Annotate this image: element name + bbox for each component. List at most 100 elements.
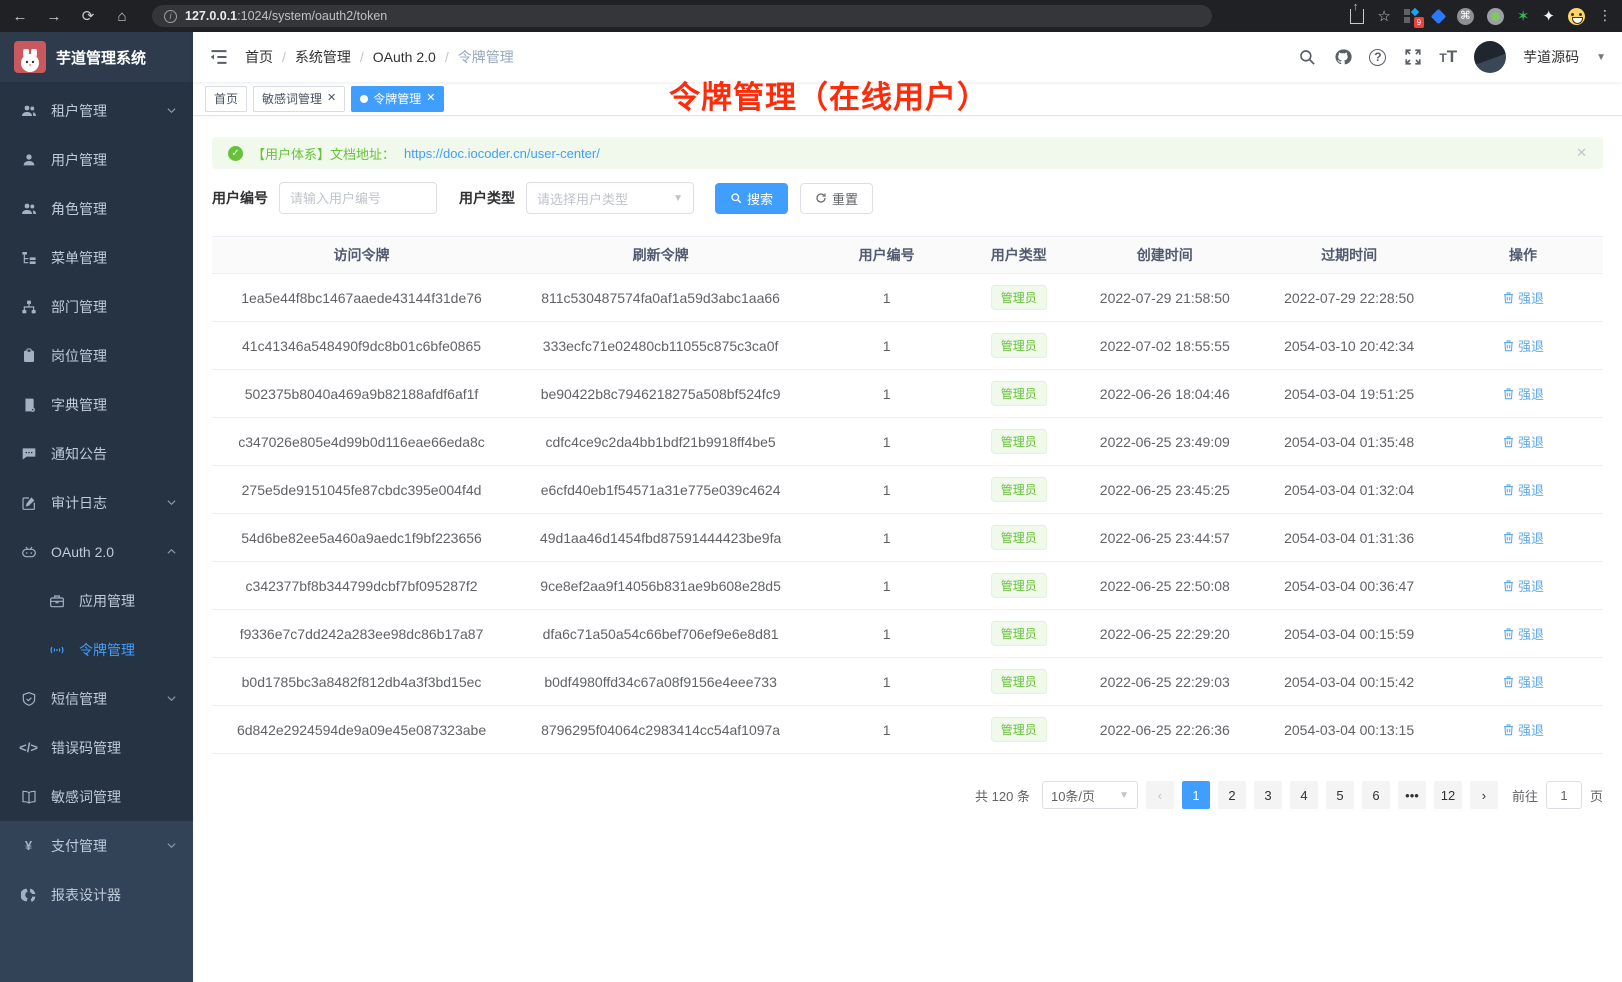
force-logout-button[interactable]: 强退	[1502, 480, 1544, 499]
more-pages-button[interactable]: •••	[1398, 781, 1426, 809]
force-logout-button[interactable]: 强退	[1502, 288, 1544, 307]
tab-敏感词管理[interactable]: 敏感词管理✕	[253, 86, 345, 112]
logo-bar: 芋道管理系统	[0, 32, 193, 82]
sidebar-item-通知公告[interactable]: 通知公告	[0, 429, 193, 478]
sidebar-item-用户管理[interactable]: 用户管理	[0, 135, 193, 184]
text-size-icon[interactable]	[1439, 47, 1457, 67]
fullscreen-icon[interactable]	[1403, 48, 1422, 67]
sidebar-item-label: 菜单管理	[51, 248, 107, 268]
user-id-input[interactable]	[279, 182, 437, 214]
site-info-icon[interactable]: i	[164, 10, 177, 23]
sidebar-item-label: OAuth 2.0	[51, 544, 114, 560]
help-icon[interactable]: ?	[1369, 49, 1386, 66]
browser-chrome: ← → ⟳ ⌂ i 127.0.0.1:1024/system/oauth2/t…	[0, 0, 1622, 32]
created-time-cell: 2022-06-25 23:49:09	[1074, 418, 1255, 466]
page-button-6[interactable]: 6	[1362, 781, 1390, 809]
refresh-token-cell: be90422b8c7946218275a508bf524fc9	[511, 370, 810, 418]
username[interactable]: 芋道源码	[1523, 47, 1579, 67]
next-page-button[interactable]: ›	[1470, 781, 1498, 809]
breadcrumb-item[interactable]: 系统管理	[295, 47, 351, 67]
sidebar-item-审计日志[interactable]: 审计日志	[0, 478, 193, 527]
hamburger-icon[interactable]	[209, 47, 229, 67]
sidebar-item-令牌管理[interactable]: 令牌管理	[0, 625, 193, 674]
user-type-select[interactable]: 请选择用户类型 ▼	[526, 182, 694, 214]
chevron-down-icon[interactable]	[1596, 52, 1606, 63]
sidebar-item-OAuth 2.0[interactable]: OAuth 2.0	[0, 527, 193, 576]
green-star-extension-icon[interactable]	[1517, 7, 1530, 26]
force-logout-button[interactable]: 强退	[1502, 624, 1544, 643]
expire-time-cell: 2054-03-04 00:36:47	[1255, 562, 1443, 610]
page-button-3[interactable]: 3	[1254, 781, 1282, 809]
search-icon[interactable]	[1297, 48, 1316, 67]
puzzle-extension-icon[interactable]	[1542, 7, 1555, 26]
user-type-badge: 管理员	[991, 573, 1047, 598]
page-button-2[interactable]: 2	[1218, 781, 1246, 809]
force-logout-button[interactable]: 强退	[1502, 720, 1544, 739]
reset-button[interactable]: 重置	[800, 183, 873, 214]
close-icon[interactable]: ✕	[327, 93, 336, 104]
back-icon[interactable]: ←	[10, 8, 30, 25]
user-type-label: 用户类型	[459, 188, 515, 208]
tab-令牌管理[interactable]: 令牌管理✕	[351, 86, 444, 112]
sidebar-item-字典管理[interactable]: 字典管理	[0, 380, 193, 429]
sidebar-item-部门管理[interactable]: 部门管理	[0, 282, 193, 331]
refresh-token-cell: cdfc4ce9c2da4bb1bdf21b9918ff4be5	[511, 418, 810, 466]
reload-icon[interactable]: ⟳	[78, 7, 98, 25]
address-bar[interactable]: i 127.0.0.1:1024/system/oauth2/token	[152, 5, 1212, 27]
page-button-1[interactable]: 1	[1182, 781, 1210, 809]
force-logout-button[interactable]: 强退	[1502, 384, 1544, 403]
page-button-5[interactable]: 5	[1326, 781, 1354, 809]
prev-page-button[interactable]: ‹	[1146, 781, 1174, 809]
force-logout-button[interactable]: 强退	[1502, 528, 1544, 547]
search-button[interactable]: 搜索	[715, 183, 788, 214]
github-icon[interactable]	[1333, 48, 1352, 67]
gem-extension-icon[interactable]	[1431, 8, 1447, 24]
sidebar-item-应用管理[interactable]: 应用管理	[0, 576, 193, 625]
close-icon[interactable]: ✕	[1576, 145, 1587, 161]
sidebar-item-岗位管理[interactable]: 岗位管理	[0, 331, 193, 380]
forward-icon[interactable]: →	[44, 8, 64, 25]
emoji-extension-icon[interactable]	[1568, 8, 1585, 25]
sidebar-item-报表设计器[interactable]: 报表设计器	[0, 870, 193, 919]
table-row: f9336e7c7dd242a283ee98dc86b17a87dfa6c71a…	[212, 610, 1603, 658]
breadcrumb-item[interactable]: OAuth 2.0	[373, 49, 436, 65]
force-logout-button[interactable]: 强退	[1502, 672, 1544, 691]
sidebar-item-支付管理[interactable]: ¥支付管理	[0, 821, 193, 870]
action-cell: 强退	[1443, 274, 1603, 322]
user-avatar[interactable]	[1474, 41, 1506, 73]
close-icon[interactable]: ✕	[426, 93, 435, 104]
page-button-12[interactable]: 12	[1434, 781, 1462, 809]
sidebar-item-菜单管理[interactable]: 菜单管理	[0, 233, 193, 282]
goto-page-input[interactable]	[1546, 781, 1582, 809]
access-token-cell: 6d842e2924594de9a09e45e087323abe	[212, 706, 511, 754]
force-logout-button[interactable]: 强退	[1502, 336, 1544, 355]
pagination: 共 120 条 10条/页 ▼ ‹ 123456•••12 › 前往 页	[212, 781, 1603, 809]
sidebar-item-敏感词管理[interactable]: 敏感词管理	[0, 772, 193, 821]
command-extension-icon[interactable]: ⌘	[1457, 8, 1474, 25]
share-icon[interactable]	[1350, 9, 1364, 24]
extension-blocks-icon[interactable]: 9	[1404, 8, 1420, 24]
created-time-cell: 2022-06-26 18:04:46	[1074, 370, 1255, 418]
browser-menu-icon[interactable]	[1598, 7, 1612, 25]
expire-time-cell: 2054-03-04 00:15:59	[1255, 610, 1443, 658]
sidebar-item-label: 令牌管理	[79, 640, 135, 660]
sidebar-item-短信管理[interactable]: 短信管理	[0, 674, 193, 723]
force-logout-button[interactable]: 强退	[1502, 576, 1544, 595]
column-header-创建时间: 创建时间	[1074, 237, 1255, 274]
force-logout-button[interactable]: 强退	[1502, 432, 1544, 451]
page-button-4[interactable]: 4	[1290, 781, 1318, 809]
trash-icon	[1502, 531, 1515, 544]
sidebar-item-错误码管理[interactable]: </>错误码管理	[0, 723, 193, 772]
breadcrumb-separator: /	[282, 49, 286, 65]
record-extension-icon[interactable]	[1487, 8, 1504, 25]
tab-首页[interactable]: 首页	[205, 86, 247, 112]
page-size-select[interactable]: 10条/页 ▼	[1042, 781, 1138, 809]
sidebar-item-角色管理[interactable]: 角色管理	[0, 184, 193, 233]
breadcrumb-item[interactable]: 首页	[245, 47, 273, 67]
alert-link[interactable]: https://doc.iocoder.cn/user-center/	[404, 146, 600, 161]
home-icon[interactable]: ⌂	[112, 8, 132, 25]
sidebar-item-租户管理[interactable]: 租户管理	[0, 86, 193, 135]
bookmark-star-icon[interactable]	[1377, 7, 1390, 26]
action-cell: 强退	[1443, 466, 1603, 514]
table-row: 275e5de9151045fe87cbdc395e004f4de6cfd40e…	[212, 466, 1603, 514]
